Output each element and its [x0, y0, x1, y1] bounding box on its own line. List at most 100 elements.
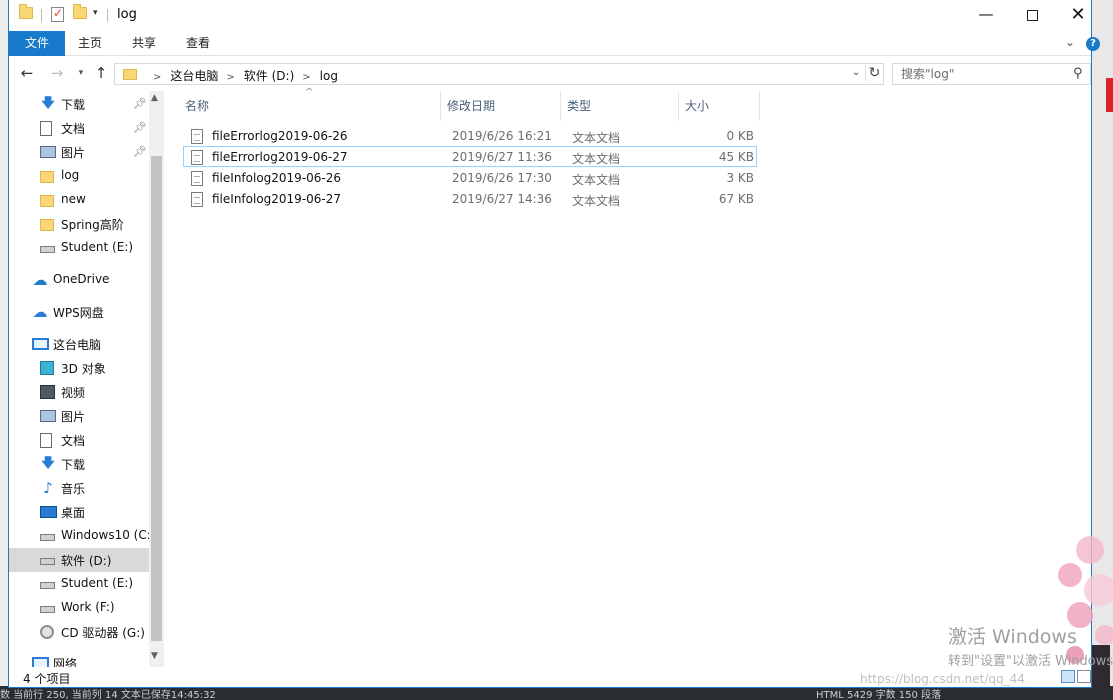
nav-item-pictures-quick[interactable]: 图片 📌︎: [9, 140, 150, 164]
pin-icon[interactable]: 📌︎: [133, 121, 147, 134]
nav-item-wps[interactable]: ☁ WPS网盘: [9, 300, 150, 324]
file-type: 文本文档: [572, 173, 621, 187]
nav-item-label: WPS网盘: [53, 306, 104, 320]
network-icon: [32, 657, 49, 667]
breadcrumb-this-pc[interactable]: 这台电脑: [170, 69, 218, 83]
nav-item-new[interactable]: new: [9, 188, 150, 212]
background-statusbar-left: 数 当前行 250, 当前列 14 文本已保存14:45:32: [0, 690, 216, 700]
expand-ribbon-chevron-icon[interactable]: ⌄: [1065, 35, 1075, 49]
column-header-date[interactable]: 修改日期: [441, 91, 561, 121]
nav-item-3d-objects[interactable]: 3D 对象: [9, 356, 150, 380]
minimize-button[interactable]: —: [963, 0, 1009, 31]
close-button[interactable]: ✕: [1055, 0, 1101, 31]
onedrive-cloud-icon: ☁: [32, 271, 48, 289]
close-icon: ✕: [1070, 4, 1086, 25]
file-size: 3 KB: [726, 171, 754, 185]
nav-item-videos[interactable]: 视频: [9, 380, 150, 404]
breadcrumb-separator-icon[interactable]: >: [226, 72, 234, 83]
drive-icon: [40, 606, 55, 613]
pin-icon[interactable]: 📌︎: [133, 145, 147, 158]
file-row[interactable]: fileErrorlog2019-06-26 2019/6/26 16:21 文…: [183, 125, 757, 146]
column-header-size[interactable]: 大小: [679, 91, 760, 121]
nav-item-music[interactable]: ♪ 音乐: [9, 476, 150, 500]
tab-file[interactable]: 文件: [9, 31, 65, 56]
text-file-icon: [191, 129, 203, 144]
back-arrow-icon[interactable]: ←: [17, 63, 37, 83]
nav-item-drive-e[interactable]: Student (E:): [9, 572, 150, 596]
navigation-bar: ← → ▾ ↑ > 这台电脑 > 软件 (D:) > log ⌄ ↻ ⚲: [9, 57, 1091, 91]
file-type: 文本文档: [572, 152, 621, 166]
file-row[interactable]: fileInfolog2019-06-27 2019/6/27 14:36 文本…: [183, 188, 757, 209]
nav-item-downloads[interactable]: 🡇 下载: [9, 452, 150, 476]
new-folder-icon[interactable]: [73, 4, 87, 19]
file-type: 文本文档: [572, 131, 621, 145]
tab-home[interactable]: 主页: [67, 31, 113, 56]
nav-item-log[interactable]: log: [9, 164, 150, 188]
help-icon[interactable]: ?: [1086, 37, 1100, 51]
breadcrumb-drive-d[interactable]: 软件 (D:): [244, 69, 294, 83]
recent-locations-chevron-icon[interactable]: ▾: [71, 63, 91, 83]
nav-item-label: new: [61, 192, 86, 206]
nav-item-pictures[interactable]: 图片: [9, 404, 150, 428]
tab-share[interactable]: 共享: [121, 31, 167, 56]
wps-cloud-icon: ☁: [32, 303, 48, 321]
maximize-button[interactable]: [1009, 0, 1055, 31]
maximize-icon: [1026, 10, 1038, 21]
nav-item-drive-g[interactable]: CD 驱动器 (G:): [9, 620, 150, 644]
nav-item-this-pc[interactable]: 这台电脑: [9, 332, 150, 356]
up-arrow-icon[interactable]: ↑: [91, 63, 111, 83]
nav-item-drive-c[interactable]: Windows10 (C:: [9, 524, 151, 548]
file-date: 2019/6/27 14:36: [452, 192, 552, 206]
nav-item-student-quick[interactable]: Student (E:): [9, 236, 150, 260]
scroll-thumb[interactable]: [151, 156, 162, 641]
nav-item-documents[interactable]: 文档: [9, 428, 150, 452]
search-icon[interactable]: ⚲: [1073, 66, 1083, 81]
search-box[interactable]: ⚲: [892, 63, 1091, 85]
nav-item-downloads-quick[interactable]: 🡇 下载 📌︎: [9, 92, 150, 116]
file-date: 2019/6/26 17:30: [452, 171, 552, 185]
tab-view[interactable]: 查看: [175, 31, 221, 56]
forward-arrow-icon[interactable]: →: [47, 63, 67, 83]
column-header-type[interactable]: 类型: [561, 91, 679, 121]
text-file-icon: [191, 150, 203, 165]
properties-icon[interactable]: [51, 6, 64, 22]
nav-item-documents-quick[interactable]: 文档 📌︎: [9, 116, 150, 140]
nav-item-spring[interactable]: Spring高阶: [9, 212, 150, 236]
folder-icon: [123, 69, 137, 80]
download-icon: 🡇: [41, 96, 55, 111]
breadcrumb-separator-icon[interactable]: >: [302, 72, 310, 83]
nav-item-label: 3D 对象: [61, 362, 106, 376]
nav-item-desktop[interactable]: 桌面: [9, 500, 150, 524]
folder-icon: [40, 171, 54, 183]
desktop-icon: [40, 506, 57, 518]
picture-icon: [40, 146, 56, 158]
nav-item-network[interactable]: 网络: [9, 651, 150, 667]
breadcrumb-log[interactable]: log: [320, 69, 338, 83]
window-title: log: [117, 7, 137, 22]
title-bar[interactable]: ▾ log — ✕: [9, 0, 1091, 31]
csdn-watermark: https://blog.csdn.net/qq_44: [860, 672, 1025, 686]
quick-access-dropdown-icon[interactable]: ▾: [93, 8, 98, 18]
nav-item-drive-d[interactable]: 软件 (D:): [9, 548, 150, 572]
scroll-down-arrow-icon[interactable]: ▼: [151, 651, 158, 661]
address-bar[interactable]: > 这台电脑 > 软件 (D:) > log ⌄ ↻: [114, 63, 884, 85]
column-header-name[interactable]: 名称: [179, 91, 441, 121]
folder-icon: [19, 4, 33, 19]
address-history-chevron-icon[interactable]: ⌄: [852, 67, 860, 78]
scroll-up-arrow-icon[interactable]: ▲: [151, 93, 158, 103]
refresh-icon[interactable]: ↻: [865, 65, 883, 81]
file-row[interactable]: fileInfolog2019-06-26 2019/6/26 17:30 文本…: [183, 167, 757, 188]
cd-drive-icon: [40, 625, 54, 639]
nav-scrollbar[interactable]: ▲ ▼: [149, 91, 164, 667]
breadcrumb-separator-icon[interactable]: >: [153, 72, 161, 83]
nav-item-drive-f[interactable]: Work (F:): [9, 596, 150, 620]
file-row[interactable]: fileErrorlog2019-06-27 2019/6/27 11:36 文…: [183, 146, 757, 167]
search-input[interactable]: [901, 67, 1061, 81]
pin-icon[interactable]: 📌︎: [133, 97, 147, 110]
nav-item-label: 这台电脑: [53, 338, 102, 352]
drive-icon: [40, 582, 55, 589]
file-size: 67 KB: [718, 192, 754, 206]
file-date: 2019/6/26 16:21: [452, 129, 552, 143]
nav-item-onedrive[interactable]: ☁ OneDrive: [9, 268, 150, 292]
breadcrumb: > 这台电脑 > 软件 (D:) > log: [145, 67, 338, 84]
